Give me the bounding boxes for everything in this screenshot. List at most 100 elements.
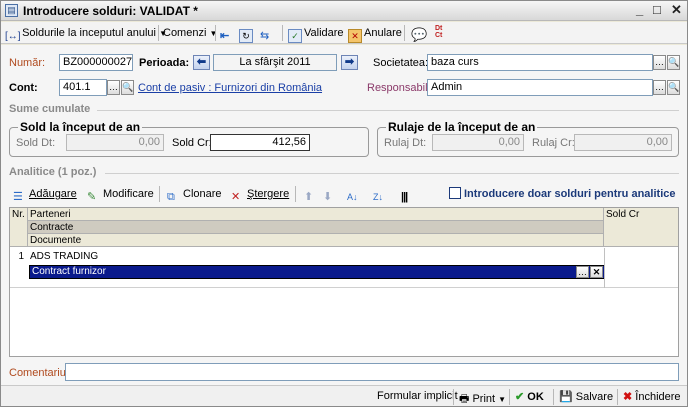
toolbar: [↔] Soldurile la inceputul anului ▼ Come…: [1, 22, 687, 44]
printer-icon: 🖶: [459, 393, 470, 405]
delete-row-button[interactable]: ✕ Ştergere: [231, 186, 290, 203]
delete-row-label: Ştergere: [247, 188, 290, 200]
column-header-documents[interactable]: Documente: [28, 234, 604, 247]
cancel-button[interactable]: ✕ Anulare: [348, 25, 402, 43]
commands-menu[interactable]: Comenzi ▼: [163, 25, 217, 41]
row-number: 1: [18, 251, 24, 262]
move-up-button[interactable]: ⬆: [304, 186, 320, 203]
refresh-icon: ↻: [239, 29, 253, 43]
refresh-button[interactable]: ↻: [239, 25, 255, 43]
close-label: Închidere: [635, 391, 681, 403]
delete-row-icon: ✕: [231, 191, 241, 203]
account-field[interactable]: 401.1: [59, 79, 107, 96]
ok-label: OK: [527, 391, 544, 403]
ellipsis-icon: …: [655, 57, 664, 67]
floppy-disk-icon: 💾: [559, 391, 573, 403]
row-contract[interactable]: Contract furnizor: [32, 266, 106, 278]
comment-label: Comentariu:: [9, 367, 69, 379]
chat-bubble-icon: 💬: [411, 27, 428, 42]
opening-cr-field[interactable]: 412,56: [210, 134, 310, 151]
only-balances-checkbox[interactable]: Introducere doar solduri pentru analitic…: [449, 186, 675, 202]
responsible-browse-button[interactable]: …: [653, 80, 666, 95]
validate-button[interactable]: ✓ Validare: [288, 25, 344, 43]
sort-ascending-icon: A↓: [347, 192, 358, 202]
first-record-button[interactable]: ⇤: [220, 25, 236, 42]
arrow-up-icon: ⬆: [304, 191, 314, 203]
close-button[interactable]: ✖ Închidere: [623, 390, 681, 403]
title-bar: ▤ Introducere solduri: VALIDAT * _ □ ✕: [1, 1, 687, 21]
toolbar-separator: [158, 25, 159, 41]
ellipsis-icon: …: [655, 82, 664, 92]
previous-period-button[interactable]: ⬅: [193, 55, 210, 70]
account-description-link[interactable]: Cont de pasiv : Furnizori din România: [138, 82, 322, 94]
add-row-button[interactable]: ☰ Adăugare: [13, 186, 77, 203]
move-down-button[interactable]: ⬇: [323, 186, 339, 203]
toolbar-separator: [282, 25, 283, 41]
column-header-credit[interactable]: Sold Cr: [604, 208, 678, 247]
opening-balances-menu[interactable]: [↔] Soldurile la inceputul anului ▼: [5, 25, 167, 42]
arrow-right-icon: ➡: [344, 56, 355, 68]
company-search-button[interactable]: 🔍: [667, 55, 680, 70]
table-row[interactable]: 1 ADS TRADING Contract furnizor … ✕: [10, 248, 678, 288]
chevron-down-icon: ▼: [498, 395, 507, 404]
sort-ascending-button[interactable]: A↓: [347, 186, 363, 202]
sort-descending-button[interactable]: Z↓: [373, 186, 389, 202]
sort-descending-icon: Z↓: [373, 192, 383, 202]
period-label: Perioada:: [139, 57, 190, 69]
turnover-group: Rulaje de la început de an Rulaj Dt: 0,0…: [377, 120, 679, 157]
close-window-button[interactable]: ✕: [671, 2, 682, 18]
period-field[interactable]: La sfârşit 2011: [213, 54, 337, 71]
app-icon: ▤: [5, 4, 18, 17]
dtct-button[interactable]: Dt Ct: [435, 25, 449, 41]
turnover-cr-field[interactable]: 0,00: [574, 134, 672, 151]
company-field[interactable]: baza curs: [427, 54, 653, 71]
expand-arrows-icon: [↔]: [5, 31, 21, 42]
comment-field[interactable]: [65, 363, 679, 381]
swap-icon: ⇆: [260, 30, 270, 42]
save-button[interactable]: 💾 Salvare: [559, 390, 613, 403]
opening-balance-group: Sold la început de an Sold Dt: 0,00 Sold…: [9, 120, 369, 157]
toolbar-separator: [159, 186, 160, 202]
maximize-button[interactable]: □: [653, 2, 661, 17]
default-form-button[interactable]: Formular implicit: [377, 390, 458, 402]
modify-row-button[interactable]: ✎ Modificare: [87, 186, 154, 203]
column-header-contracts[interactable]: Contracte: [28, 221, 604, 234]
column-header-partners[interactable]: Parteneri: [28, 208, 604, 221]
statusbar-separator: [553, 389, 554, 405]
account-search-button[interactable]: 🔍: [121, 80, 134, 95]
print-button[interactable]: 🖶 Print ▼: [459, 390, 506, 409]
opening-cr-label: Sold Cr:: [172, 137, 212, 149]
responsible-search-button[interactable]: 🔍: [667, 80, 680, 95]
window: ▤ Introducere solduri: VALIDAT * _ □ ✕ […: [0, 0, 688, 407]
arrow-left-icon: ⬅: [196, 56, 207, 68]
validate-icon: ✓: [288, 29, 302, 43]
next-period-button[interactable]: ➡: [341, 55, 358, 70]
responsible-field[interactable]: Admin: [427, 79, 653, 96]
clone-row-button[interactable]: ⧉ Clonare: [167, 186, 222, 203]
close-red-icon: ✖: [623, 391, 633, 403]
opening-dt-field[interactable]: 0,00: [66, 134, 164, 151]
minimize-button[interactable]: _: [636, 2, 643, 17]
add-row-label: Adăugare: [29, 188, 77, 200]
statusbar-separator: [509, 389, 510, 405]
ok-button[interactable]: ✔ OK: [515, 390, 544, 403]
opening-balances-label: Soldurile la inceputul anului: [22, 27, 156, 39]
row-partner[interactable]: ADS TRADING: [30, 251, 98, 263]
first-record-icon: ⇤: [220, 30, 230, 42]
save-label: Salvare: [575, 391, 614, 403]
opening-dt-label: Sold Dt:: [16, 137, 56, 149]
company-browse-button[interactable]: …: [653, 55, 666, 70]
turnover-title: Rulaje de la început de an: [386, 120, 538, 134]
swap-button[interactable]: ⇆: [260, 25, 276, 42]
contract-clear-button[interactable]: ✕: [590, 266, 603, 278]
barcode-button[interactable]: |||: [401, 186, 417, 203]
form-area: Număr: BZ000000027 Perioada: ⬅ La sfârşi…: [1, 45, 687, 385]
turnover-dt-field[interactable]: 0,00: [432, 134, 524, 151]
chat-button[interactable]: 💬: [411, 25, 428, 42]
account-browse-button[interactable]: …: [107, 80, 120, 95]
row-contract-editor[interactable]: Contract furnizor … ✕: [29, 265, 605, 279]
number-field[interactable]: BZ000000027: [59, 54, 133, 71]
contract-browse-button[interactable]: …: [576, 266, 589, 278]
statusbar-separator: [453, 389, 454, 405]
commands-label: Comenzi: [163, 27, 207, 39]
